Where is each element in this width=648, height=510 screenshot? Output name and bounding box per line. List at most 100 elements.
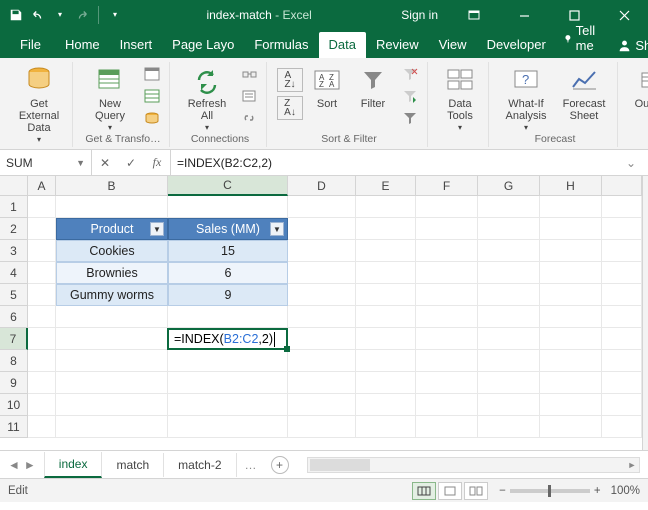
sort-az-button[interactable]: AZ↓ bbox=[277, 68, 303, 92]
cell[interactable]: 9 bbox=[168, 284, 288, 306]
row-3[interactable]: 3 bbox=[0, 240, 28, 262]
cancel-edit-button[interactable]: ✕ bbox=[92, 156, 118, 170]
col-B[interactable]: B bbox=[56, 176, 168, 196]
page-layout-view-button[interactable] bbox=[438, 482, 462, 500]
normal-view-button[interactable] bbox=[412, 482, 436, 500]
name-box[interactable]: SUM ▼ bbox=[0, 150, 92, 175]
what-if-button[interactable]: ? What-If Analysis ▾ bbox=[499, 62, 553, 132]
filter-button[interactable]: Filter bbox=[351, 62, 395, 110]
col-G[interactable]: G bbox=[478, 176, 540, 196]
forecast-sheet-button[interactable]: Forecast Sheet bbox=[557, 62, 611, 122]
row-2[interactable]: 2 bbox=[0, 218, 28, 240]
table-header-product[interactable]: Product▼ bbox=[56, 218, 168, 240]
col-C[interactable]: C bbox=[168, 176, 288, 196]
group-get-transform: New Query ▾ Get & Transfo… bbox=[77, 62, 170, 147]
zoom-level[interactable]: 100% bbox=[611, 485, 640, 497]
edit-links-icon[interactable] bbox=[238, 108, 260, 128]
from-table-icon[interactable] bbox=[141, 86, 163, 106]
data-tools-button[interactable]: Data Tools ▾ bbox=[438, 62, 482, 132]
row-headers[interactable]: 1 2 3 4 5 6 7 8 9 10 11 bbox=[0, 196, 28, 450]
row-7[interactable]: 7 bbox=[0, 328, 28, 350]
col-E[interactable]: E bbox=[356, 176, 416, 196]
advanced-filter-icon[interactable] bbox=[399, 108, 421, 128]
sort-za-button[interactable]: ZA↓ bbox=[277, 96, 303, 120]
formula-input[interactable]: =INDEX(B2:C2,2) ⌄ bbox=[171, 150, 648, 175]
column-headers[interactable]: A B C D E F G H bbox=[28, 176, 642, 196]
filter-dropdown-icon[interactable]: ▼ bbox=[270, 222, 284, 236]
row-11[interactable]: 11 bbox=[0, 416, 28, 438]
row-4[interactable]: 4 bbox=[0, 262, 28, 284]
col-tail[interactable] bbox=[602, 176, 642, 196]
col-D[interactable]: D bbox=[288, 176, 356, 196]
new-query-button[interactable]: New Query ▾ bbox=[83, 62, 137, 132]
tell-me[interactable]: Tell me bbox=[556, 18, 609, 58]
tab-page-layout[interactable]: Page Layo bbox=[162, 32, 244, 58]
sheet-tab-match-2[interactable]: match-2 bbox=[164, 453, 236, 477]
properties-icon[interactable] bbox=[238, 86, 260, 106]
show-queries-icon[interactable] bbox=[141, 64, 163, 84]
worksheet-grid[interactable]: A B C D E F G H 1 2 3 4 5 6 7 8 9 bbox=[0, 176, 648, 450]
zoom-in-button[interactable]: + bbox=[594, 485, 601, 497]
share-button[interactable]: Share bbox=[608, 33, 648, 58]
redo-icon[interactable] bbox=[74, 7, 90, 23]
expand-formula-bar-icon[interactable]: ⌄ bbox=[620, 156, 642, 170]
sheet-tab-index[interactable]: index bbox=[44, 452, 103, 478]
undo-icon[interactable] bbox=[30, 7, 46, 23]
close-icon[interactable] bbox=[604, 0, 644, 30]
tab-view[interactable]: View bbox=[429, 32, 477, 58]
select-all-corner[interactable] bbox=[0, 176, 28, 196]
recent-sources-icon[interactable] bbox=[141, 108, 163, 128]
table-header-sales[interactable]: Sales (MM)▼ bbox=[168, 218, 288, 240]
sheet-nav-next-icon[interactable]: ► bbox=[24, 458, 36, 472]
get-external-data-button[interactable]: Get External Data ▾ bbox=[12, 62, 66, 144]
tab-home[interactable]: Home bbox=[55, 32, 110, 58]
reapply-icon[interactable] bbox=[399, 86, 421, 106]
minimize-icon[interactable] bbox=[504, 0, 544, 30]
row-1[interactable]: 1 bbox=[0, 196, 28, 218]
more-sheets-icon[interactable]: … bbox=[237, 458, 265, 472]
cell[interactable]: Cookies bbox=[56, 240, 168, 262]
sheet-tab-match[interactable]: match bbox=[102, 453, 164, 477]
sheet-nav-prev-icon[interactable]: ◄ bbox=[8, 458, 20, 472]
clear-filter-icon[interactable] bbox=[399, 64, 421, 84]
connections-icon[interactable] bbox=[238, 64, 260, 84]
horizontal-scrollbar[interactable]: ◄ ► bbox=[307, 457, 640, 473]
cell-edit-overlay[interactable]: =INDEX(B2:C2,2) bbox=[170, 330, 279, 348]
page-break-view-button[interactable] bbox=[464, 482, 488, 500]
cell[interactable]: Gummy worms bbox=[56, 284, 168, 306]
row-8[interactable]: 8 bbox=[0, 350, 28, 372]
cell[interactable]: 15 bbox=[168, 240, 288, 262]
row-9[interactable]: 9 bbox=[0, 372, 28, 394]
new-sheet-button[interactable]: + bbox=[271, 456, 289, 474]
new-query-icon bbox=[95, 64, 125, 96]
tab-data[interactable]: Data bbox=[319, 32, 366, 58]
filter-dropdown-icon[interactable]: ▼ bbox=[150, 222, 164, 236]
row-5[interactable]: 5 bbox=[0, 284, 28, 306]
col-A[interactable]: A bbox=[28, 176, 56, 196]
tab-file[interactable]: File bbox=[6, 32, 55, 58]
tab-insert[interactable]: Insert bbox=[110, 32, 163, 58]
chevron-down-icon[interactable]: ▼ bbox=[76, 158, 85, 168]
cell[interactable]: 6 bbox=[168, 262, 288, 284]
outline-button[interactable]: Outline ▾ bbox=[628, 62, 648, 120]
tab-formulas[interactable]: Formulas bbox=[244, 32, 318, 58]
vertical-scrollbar[interactable] bbox=[642, 176, 648, 450]
row-6[interactable]: 6 bbox=[0, 306, 28, 328]
zoom-out-button[interactable]: − bbox=[499, 485, 506, 497]
sign-in-link[interactable]: Sign in bbox=[395, 4, 444, 26]
ribbon-display-options-icon[interactable] bbox=[454, 0, 494, 30]
qat-customize-icon[interactable]: ▾ bbox=[107, 7, 123, 23]
undo-dropdown-icon[interactable]: ▾ bbox=[52, 7, 68, 23]
cell[interactable]: Brownies bbox=[56, 262, 168, 284]
col-H[interactable]: H bbox=[540, 176, 602, 196]
enter-edit-button[interactable]: ✓ bbox=[118, 156, 144, 170]
refresh-all-button[interactable]: Refresh All ▾ bbox=[180, 62, 234, 132]
tab-review[interactable]: Review bbox=[366, 32, 429, 58]
col-F[interactable]: F bbox=[416, 176, 478, 196]
save-icon[interactable] bbox=[8, 7, 24, 23]
row-10[interactable]: 10 bbox=[0, 394, 28, 416]
tab-developer[interactable]: Developer bbox=[477, 32, 556, 58]
insert-function-button[interactable]: fx bbox=[144, 155, 170, 170]
zoom-slider[interactable] bbox=[510, 489, 590, 493]
sort-button[interactable]: AZZA Sort bbox=[307, 62, 347, 110]
